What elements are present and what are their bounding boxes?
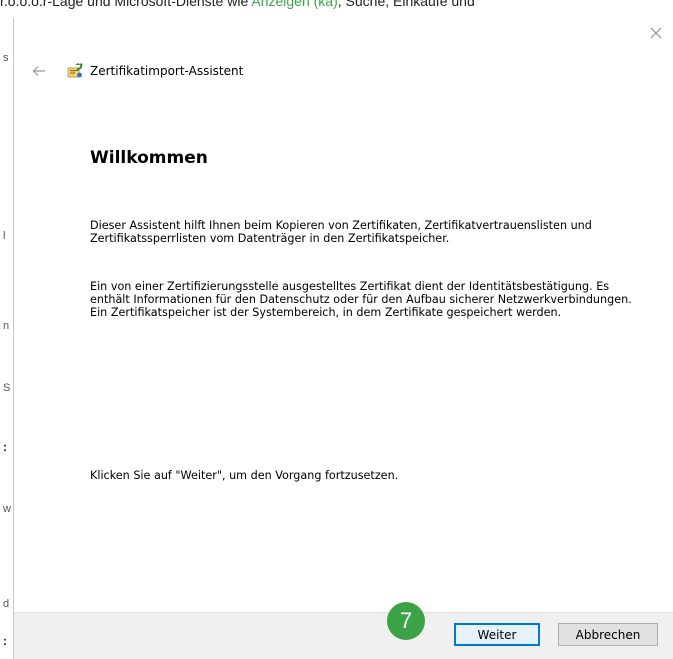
background-fragment: :: [3, 634, 7, 648]
close-button[interactable]: [645, 22, 667, 44]
certificate-import-wizard-dialog: Zertifikatimport-Assistent Willkommen Di…: [13, 18, 673, 659]
background-fragment: d: [3, 598, 10, 610]
background-fragment: n: [3, 320, 10, 332]
background-text-prefix: r.o.o.o.r-Lage und Microsoft-Dienste wie: [0, 0, 249, 9]
background-text-highlight: Anzeigen (ka): [251, 0, 338, 9]
cancel-button[interactable]: Abbrechen: [558, 623, 658, 646]
step-number-badge: 7: [387, 602, 425, 640]
arrow-left-icon: [32, 66, 45, 76]
background-fragment: S: [3, 382, 11, 394]
continue-instruction: Klicken Sie auf "Weiter", um den Vorgang…: [90, 469, 399, 482]
next-button[interactable]: Weiter: [454, 623, 540, 646]
background-page-top: r.o.o.o.r-Lage und Microsoft-Dienste wie…: [0, 0, 673, 18]
wizard-header: Zertifikatimport-Assistent: [28, 60, 243, 82]
background-fragment: :: [3, 440, 7, 454]
page-heading: Willkommen: [90, 148, 208, 168]
wizard-footer: Weiter Abbrechen: [14, 612, 673, 659]
background-page-left: s l n S : w d :: [0, 18, 13, 659]
background-text-suffix: , Suche, Einkäufe und: [337, 0, 475, 9]
background-fragment: s: [3, 52, 9, 64]
back-button[interactable]: [28, 60, 50, 82]
background-top-text: r.o.o.o.r-Lage und Microsoft-Dienste wie…: [0, 0, 475, 9]
close-icon: [650, 27, 662, 39]
info-paragraph: Ein von einer Zertifizierungsstelle ausg…: [90, 280, 632, 319]
intro-paragraph: Dieser Assistent hilft Ihnen beim Kopier…: [90, 219, 592, 245]
background-fragment: w: [3, 503, 11, 515]
wizard-title: Zertifikatimport-Assistent: [90, 64, 244, 78]
background-fragment: l: [3, 230, 6, 242]
certificate-wizard-icon: [67, 63, 83, 78]
